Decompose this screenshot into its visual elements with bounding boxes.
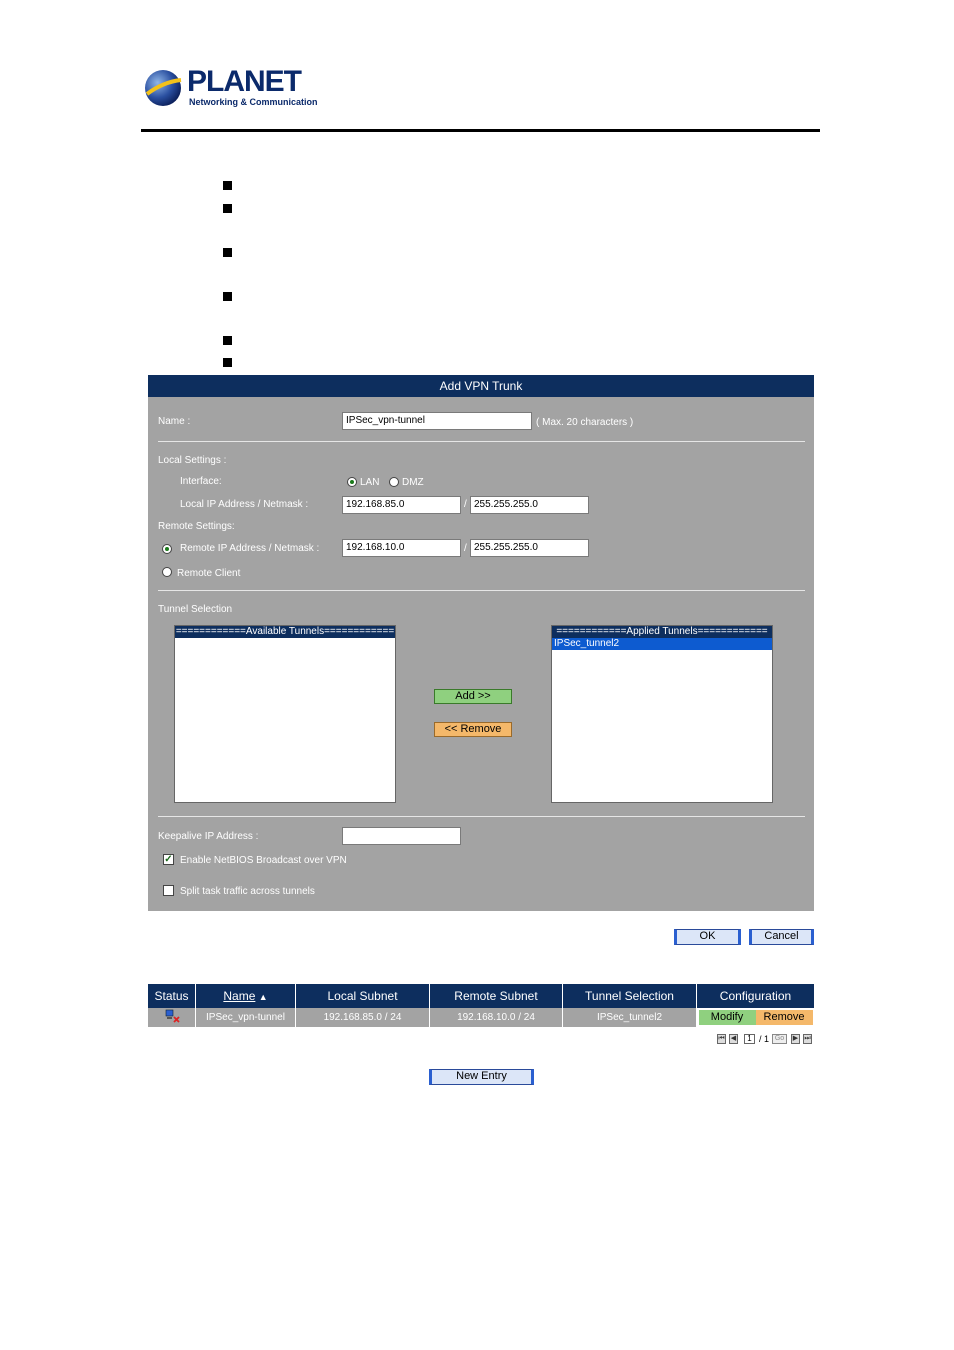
local-mask-input[interactable]: 255.255.255.0 (470, 496, 589, 514)
status-cell (148, 1008, 196, 1027)
row-tunnel-selection: IPSec_tunnel2 (562, 1008, 697, 1027)
remote-client-label: Remote Client (177, 568, 241, 579)
row-remote-subnet: 192.168.10.0 / 24 (429, 1008, 563, 1027)
table-header-row: Status Name ▲ Local Subnet Remote Subnet… (148, 984, 814, 1008)
name-hint: ( Max. 20 characters ) (536, 417, 634, 428)
keepalive-label: Keepalive IP Address : (158, 831, 259, 842)
remove-button[interactable]: Remove (755, 1010, 813, 1025)
col-status: Status (148, 984, 196, 1008)
name-sort-link[interactable]: Name (223, 989, 255, 1003)
sort-asc-icon: ▲ (258, 992, 268, 1002)
last-page-icon[interactable]: ⏭ (803, 1034, 812, 1044)
remote-ip-radio[interactable] (162, 544, 172, 554)
interface-label: Interface: (180, 476, 222, 487)
add-tunnel-button[interactable]: Add >> (434, 689, 512, 704)
local-ip-label: Local IP Address / Netmask : (180, 499, 309, 510)
split-traffic-label: Split task traffic across tunnels (180, 886, 315, 897)
list-item[interactable]: IPSec_tunnel2 (552, 638, 772, 650)
applied-tunnels-header: ============Applied Tunnels============ (552, 626, 772, 638)
col-tunnel-selection: Tunnel Selection (562, 984, 697, 1008)
netbios-label: Enable NetBIOS Broadcast over VPN (180, 855, 347, 866)
bullet-icon (223, 358, 232, 367)
page-number-input[interactable]: 1 (744, 1034, 755, 1044)
applied-tunnels-list[interactable]: ============Applied Tunnels============ … (551, 625, 773, 803)
divider (158, 816, 805, 817)
name-label: Name : (158, 416, 191, 427)
bullet-icon (223, 292, 232, 301)
tunnel-selection-label: Tunnel Selection (158, 604, 233, 615)
page-total: / 1 (759, 1034, 770, 1044)
cancel-button[interactable]: Cancel (749, 929, 814, 945)
go-button[interactable]: Go (772, 1034, 787, 1044)
interface-dmz-label: DMZ (402, 477, 424, 488)
col-remote-subnet: Remote Subnet (429, 984, 563, 1008)
local-ip-input[interactable]: 192.168.85.0 (342, 496, 461, 514)
keepalive-input[interactable] (342, 827, 461, 845)
planet-logo: PLANET Networking & Communication (143, 65, 318, 110)
interface-lan-radio[interactable] (347, 477, 357, 487)
col-name[interactable]: Name ▲ (195, 984, 296, 1008)
remote-client-radio[interactable] (162, 567, 172, 577)
ok-button[interactable]: OK (674, 929, 741, 945)
slash-separator: / (464, 543, 467, 554)
split-traffic-checkbox[interactable] (163, 885, 174, 896)
available-tunnels-list[interactable]: ============Available Tunnels===========… (174, 625, 396, 803)
interface-lan-label: LAN (360, 477, 380, 488)
next-page-icon[interactable]: ▶ (791, 1034, 800, 1044)
netbios-checkbox[interactable]: ✓ (163, 854, 174, 865)
brand-tagline: Networking & Communication (189, 97, 318, 107)
new-entry-button[interactable]: New Entry (429, 1069, 534, 1085)
divider (158, 441, 805, 442)
remote-mask-input[interactable]: 255.255.255.0 (470, 539, 589, 557)
remote-settings-label: Remote Settings: (158, 521, 235, 532)
divider (158, 590, 805, 591)
interface-dmz-radio[interactable] (389, 477, 399, 487)
row-name: IPSec_vpn-tunnel (195, 1008, 296, 1027)
brand-name: PLANET (187, 65, 302, 98)
globe-icon (145, 70, 182, 106)
prev-page-icon[interactable]: ◀ (729, 1034, 738, 1044)
col-configuration: Configuration (696, 984, 814, 1008)
header-rule (141, 129, 820, 132)
remote-ip-input[interactable]: 192.168.10.0 (342, 539, 461, 557)
name-input[interactable]: IPSec_vpn-tunnel (342, 412, 532, 430)
modify-button[interactable]: Modify (698, 1010, 756, 1025)
table-row: IPSec_vpn-tunnel 192.168.85.0 / 24 192.1… (148, 1008, 814, 1027)
bullet-icon (223, 248, 232, 257)
bullet-icon (223, 336, 232, 345)
row-local-subnet: 192.168.85.0 / 24 (295, 1008, 430, 1027)
first-page-icon[interactable]: ⏮ (717, 1034, 726, 1044)
col-local-subnet: Local Subnet (295, 984, 430, 1008)
bullet-icon (223, 181, 232, 190)
available-tunnels-header: ============Available Tunnels===========… (175, 626, 395, 638)
remove-tunnel-button[interactable]: << Remove (434, 722, 512, 737)
add-vpn-trunk-panel: Add VPN Trunk Name : IPSec_vpn-tunnel ( … (148, 375, 814, 911)
slash-separator: / (464, 499, 467, 510)
tunnel-status-icon (165, 1009, 180, 1023)
panel-title: Add VPN Trunk (148, 375, 814, 397)
bullet-icon (223, 204, 232, 213)
row-configuration: Modify Remove (696, 1008, 814, 1027)
remote-ip-label: Remote IP Address / Netmask : (180, 543, 320, 554)
local-settings-label: Local Settings : (158, 455, 227, 466)
vpn-trunk-table: Status Name ▲ Local Subnet Remote Subnet… (148, 984, 814, 1027)
